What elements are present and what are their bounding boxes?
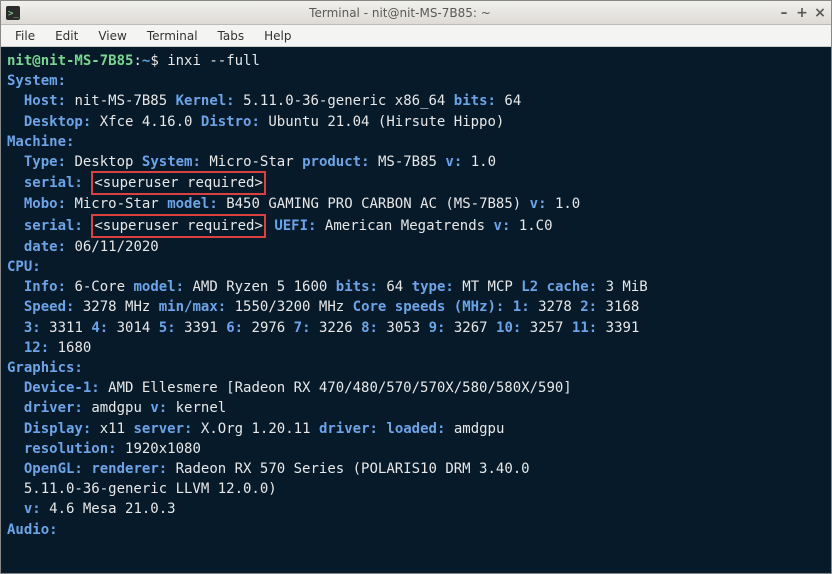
menu-view[interactable]: View <box>88 27 136 45</box>
section-cpu: CPU: <box>7 259 41 275</box>
menu-edit[interactable]: Edit <box>45 27 88 45</box>
menu-help[interactable]: Help <box>254 27 301 45</box>
section-audio: Audio: <box>7 522 58 538</box>
maximize-button[interactable]: + <box>795 6 809 20</box>
titlebar: >_ Terminal - nit@nit-MS-7B85: ~ – + × <box>1 1 831 25</box>
command: inxi --full <box>167 53 260 69</box>
prompt-sign: $ <box>150 53 158 69</box>
prompt-sep: : <box>133 53 141 69</box>
minimize-button[interactable]: – <box>777 6 791 20</box>
prompt-user: nit@nit-MS-7B85 <box>7 53 133 69</box>
terminal-body[interactable]: nit@nit-MS-7B85:~$ inxi --full System: H… <box>1 47 831 573</box>
highlight-superuser-1: <superuser required> <box>91 171 266 195</box>
section-graphics: Graphics: <box>7 360 83 376</box>
section-system: System: <box>7 73 66 89</box>
window-title: Terminal - nit@nit-MS-7B85: ~ <box>27 6 773 20</box>
svg-text:>_: >_ <box>8 9 19 19</box>
highlight-superuser-2: <superuser required> <box>91 214 266 238</box>
menu-terminal[interactable]: Terminal <box>137 27 208 45</box>
app-icon: >_ <box>5 5 21 21</box>
menu-tabs[interactable]: Tabs <box>208 27 255 45</box>
terminal-window: >_ Terminal - nit@nit-MS-7B85: ~ – + × F… <box>0 0 832 574</box>
section-machine: Machine: <box>7 134 74 150</box>
menubar: File Edit View Terminal Tabs Help <box>1 25 831 47</box>
close-button[interactable]: × <box>813 6 827 20</box>
menu-file[interactable]: File <box>5 27 45 45</box>
